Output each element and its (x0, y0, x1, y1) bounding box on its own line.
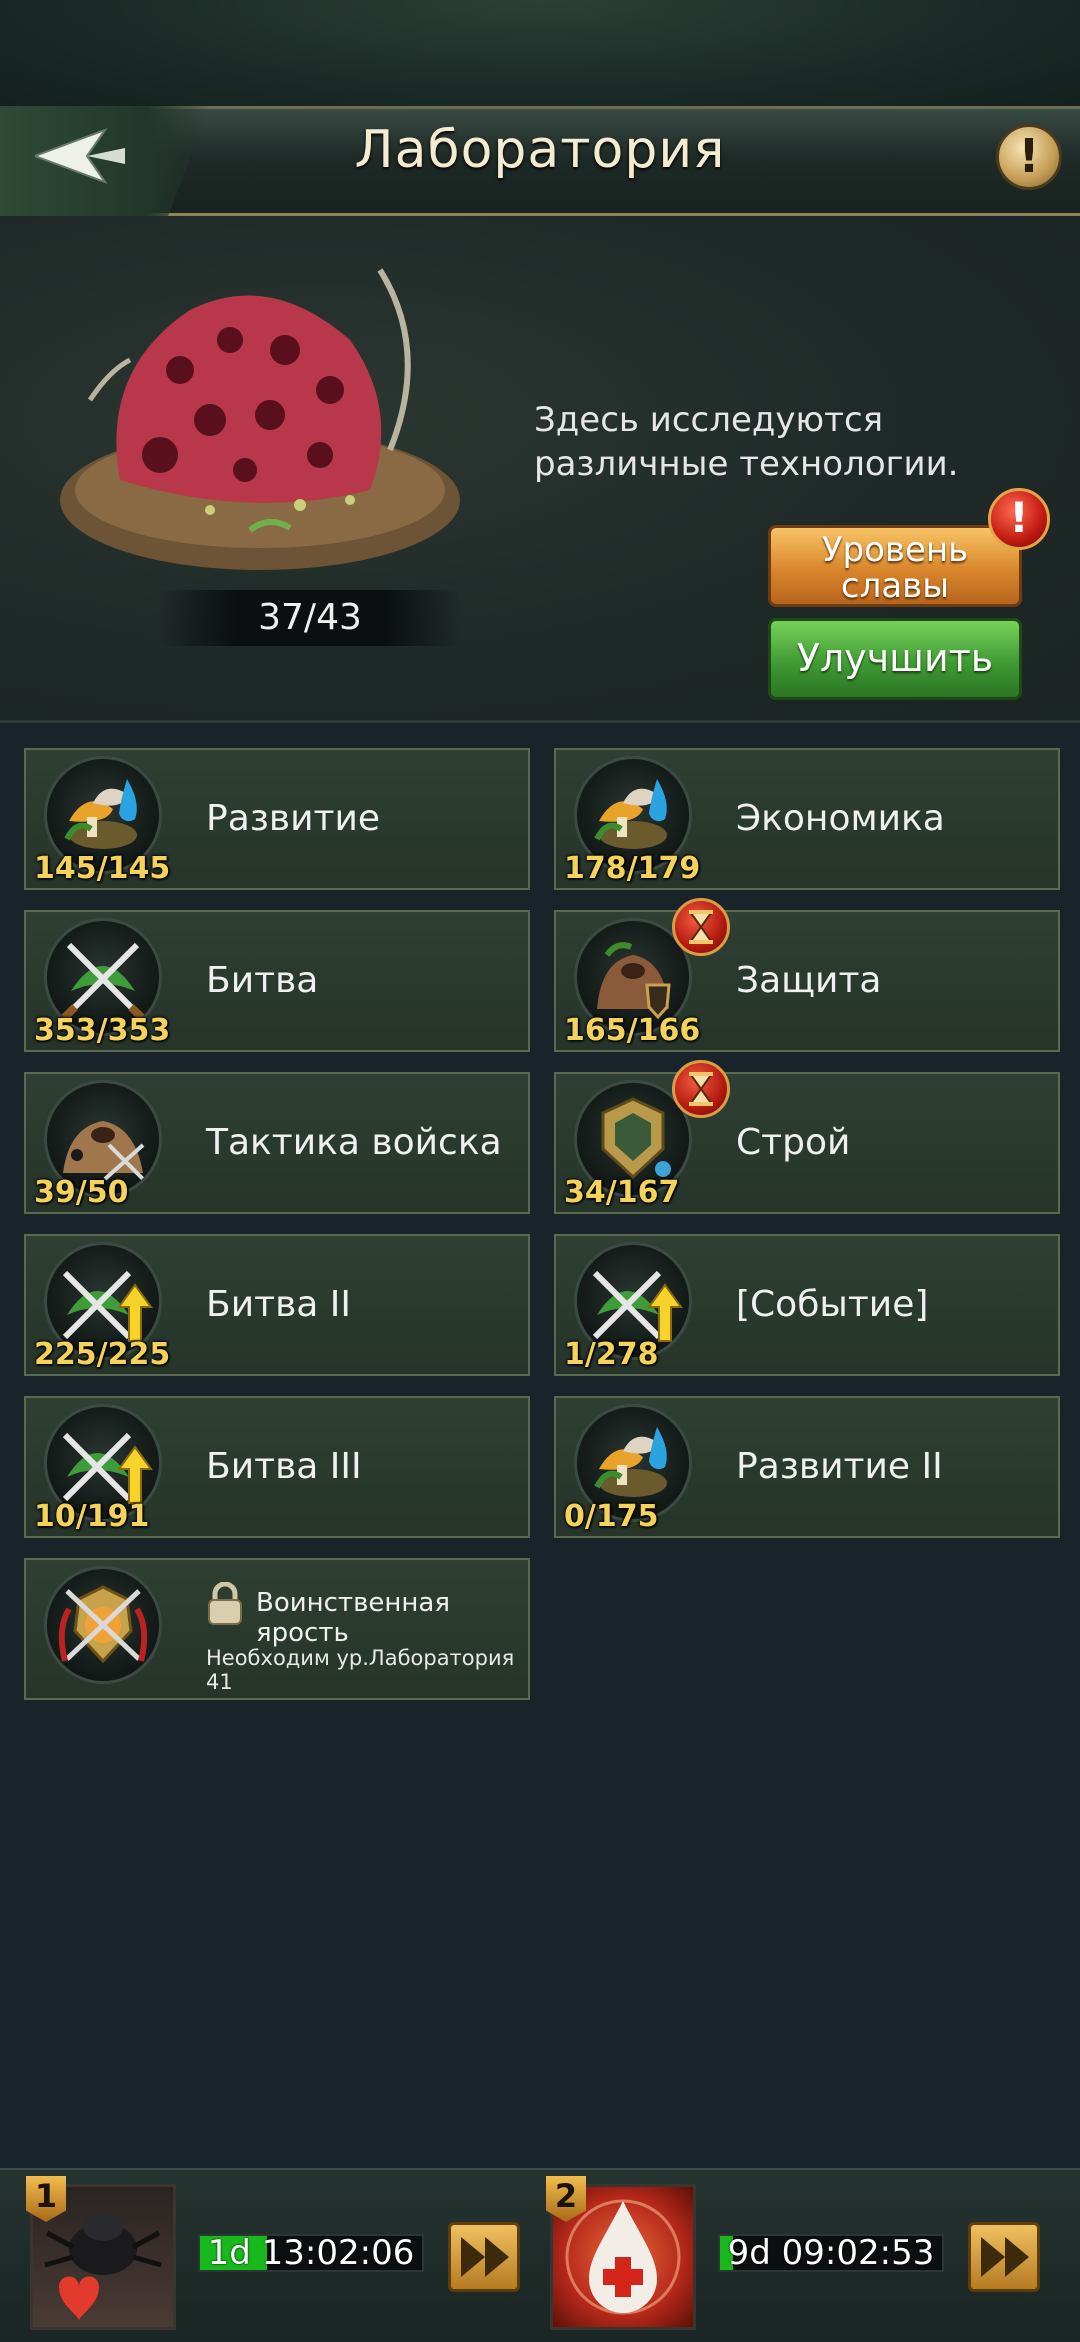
category-progress: 225/225 (34, 1337, 171, 1372)
category-label: Развитие (206, 798, 381, 839)
category-progress: 0/175 (564, 1499, 659, 1534)
category-progress: 353/353 (34, 1013, 171, 1048)
category-label: Тактика войска (206, 1122, 502, 1163)
category-label: Битва III (206, 1446, 362, 1487)
locked-requirement: Необходим ур.Лаборатория 41 (206, 1646, 515, 1694)
laboratory-coral-icon (60, 268, 460, 570)
fast-forward-icon (981, 2237, 1029, 2277)
category-card[interactable]: 10/191 Битва III (24, 1396, 530, 1538)
category-card[interactable]: 1/278 [Событие] (554, 1234, 1060, 1376)
category-progress: 1/278 (564, 1337, 659, 1372)
hourglass-icon (672, 898, 730, 956)
building-level-progress: 37/43 (160, 590, 460, 646)
category-progress: 34/167 (564, 1175, 680, 1210)
category-card[interactable]: 145/145 Развитие (24, 748, 530, 890)
category-card[interactable]: 34/167 Строй (554, 1060, 1060, 1214)
locked-category-card[interactable]: Воинственная ярость Необходим ур.Лаборат… (24, 1558, 530, 1700)
war-fury-emblem-icon (44, 1566, 162, 1684)
top-background (0, 0, 1080, 110)
hourglass-icon (672, 1060, 730, 1118)
speedup-button-2[interactable] (968, 2222, 1040, 2292)
category-card[interactable]: 353/353 Битва (24, 910, 530, 1052)
category-label: [Событие] (736, 1284, 929, 1325)
category-label: Строй (736, 1122, 851, 1163)
category-progress: 165/166 (564, 1013, 701, 1048)
category-progress: 39/50 (34, 1175, 129, 1210)
building-description: Здесь исследуются различные технологии. (534, 400, 959, 484)
speedup-button-1[interactable] (448, 2222, 520, 2292)
info-icon[interactable]: ! (996, 124, 1062, 190)
page-title: Лаборатория (354, 120, 726, 180)
lock-icon (208, 1582, 242, 1625)
category-label: Экономика (736, 798, 945, 839)
glory-level-button[interactable]: Уровень славы (768, 525, 1022, 607)
queue-timer-text: 9d 09:02:53 (727, 2233, 935, 2273)
category-label: Битва II (206, 1284, 352, 1325)
locked-category-label: Воинственная ярость (256, 1588, 450, 1648)
fast-forward-icon (461, 2237, 509, 2277)
category-card[interactable]: 0/175 Развитие II (554, 1396, 1060, 1538)
queue-timer-text: 1d 13:02:06 (207, 2233, 415, 2273)
category-label: Защита (736, 960, 882, 1001)
alert-icon: ! (988, 488, 1050, 550)
category-progress: 10/191 (34, 1499, 150, 1534)
category-label: Битва (206, 960, 319, 1001)
category-progress: 145/145 (34, 851, 171, 886)
category-card[interactable]: 165/166 Защита (554, 898, 1060, 1052)
category-card[interactable]: 225/225 Битва II (24, 1234, 530, 1376)
queue-timer-2: 9d 09:02:53 (718, 2234, 944, 2272)
category-card[interactable]: 39/50 Тактика войска (24, 1072, 530, 1214)
category-card[interactable]: 178/179 Экономика (554, 748, 1060, 890)
queue-timer-1: 1d 13:02:06 (198, 2234, 424, 2272)
upgrade-button[interactable]: Улучшить (768, 618, 1022, 700)
category-label: Развитие II (736, 1446, 943, 1487)
category-progress: 178/179 (564, 851, 701, 886)
